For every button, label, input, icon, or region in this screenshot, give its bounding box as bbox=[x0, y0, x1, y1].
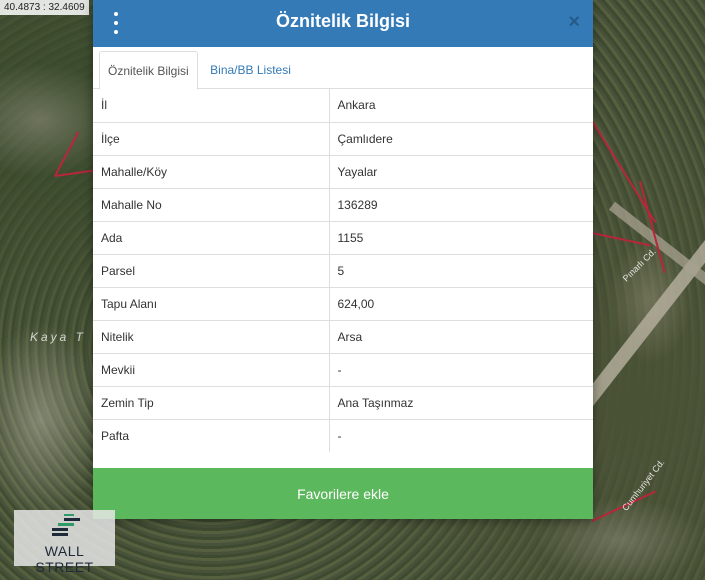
attribute-value: Çamlıdere bbox=[329, 121, 593, 155]
tab-bar: Öznitelik Bilgisi Bina/BB Listesi bbox=[93, 47, 593, 90]
close-icon[interactable]: × bbox=[568, 12, 580, 32]
attribute-value: Yayalar bbox=[329, 154, 593, 188]
attribute-value: Ankara bbox=[337, 98, 376, 113]
table-row: Zemin Tip Ana Taşınmaz bbox=[93, 385, 593, 419]
attribute-label: Ada bbox=[93, 220, 330, 254]
attribute-label: Nitelik bbox=[93, 319, 330, 353]
table-row: Mahalle/Köy Yayalar bbox=[93, 154, 593, 188]
attribute-label: Mahalle/Köy bbox=[93, 154, 330, 188]
table-row: Pafta - bbox=[93, 418, 593, 452]
attribute-value: 136289 bbox=[329, 187, 593, 221]
attribute-value: Arsa bbox=[329, 319, 593, 353]
add-to-favorites-button[interactable]: Favorilere ekle bbox=[93, 468, 593, 519]
attribute-info-modal: Öznitelik Bilgisi × Öznitelik Bilgisi Bi… bbox=[93, 0, 593, 519]
road-label: Cumhuriyet Cd. bbox=[620, 457, 667, 513]
table-row: İl Ankara bbox=[93, 89, 593, 122]
attribute-value: 624,00 bbox=[329, 286, 593, 320]
attribute-value: - bbox=[329, 352, 593, 386]
logo-text: WALL STREET bbox=[35, 543, 94, 575]
road-label: Pınarlı Cd. bbox=[620, 246, 658, 284]
attribute-value: 5 bbox=[329, 253, 593, 287]
modal-header: Öznitelik Bilgisi × bbox=[93, 0, 593, 47]
map-road bbox=[608, 201, 705, 309]
attribute-label: Zemin Tip bbox=[93, 385, 330, 419]
attribute-value: - bbox=[329, 418, 593, 452]
table-row: Parsel 5 bbox=[93, 253, 593, 287]
logo-icon bbox=[52, 514, 80, 536]
modal-title: Öznitelik Bilgisi bbox=[275, 11, 411, 31]
coordinate-readout: 40.4873 : 32.4609 bbox=[0, 0, 89, 15]
tab-attribute-info[interactable]: Öznitelik Bilgisi bbox=[99, 51, 198, 90]
table-row: İlçe Çamlıdere bbox=[93, 121, 593, 155]
table-row: Mahalle No 136289 bbox=[93, 187, 593, 221]
attribute-label: İl bbox=[93, 89, 330, 122]
table-row: Nitelik Arsa bbox=[93, 319, 593, 353]
attribute-label: İlçe bbox=[93, 121, 330, 155]
attribute-label: Tapu Alanı bbox=[93, 286, 330, 320]
parcel-boundary-line bbox=[54, 131, 80, 177]
table-row: Ada 1155 bbox=[93, 220, 593, 254]
map-place-label: Kaya T bbox=[30, 330, 87, 344]
attribute-value: 1155 bbox=[329, 220, 593, 254]
attribute-value: Ana Taşınmaz bbox=[329, 385, 593, 419]
attribute-label: Pafta bbox=[93, 418, 330, 452]
wall-street-logo: WALL STREET bbox=[14, 510, 115, 575]
tab-building-list[interactable]: Bina/BB Listesi bbox=[202, 51, 299, 89]
attribute-label: Mevkii bbox=[93, 352, 330, 386]
table-row: Mevkii - bbox=[93, 352, 593, 386]
attribute-table: İl Ankara İlçe Çamlıdere Mahalle/Köy Yayalar M… bbox=[93, 89, 593, 452]
table-row: Tapu Alanı 624,00 bbox=[93, 286, 593, 320]
attribute-label: Parsel bbox=[93, 253, 330, 287]
attribute-label: Mahalle No bbox=[93, 187, 330, 221]
